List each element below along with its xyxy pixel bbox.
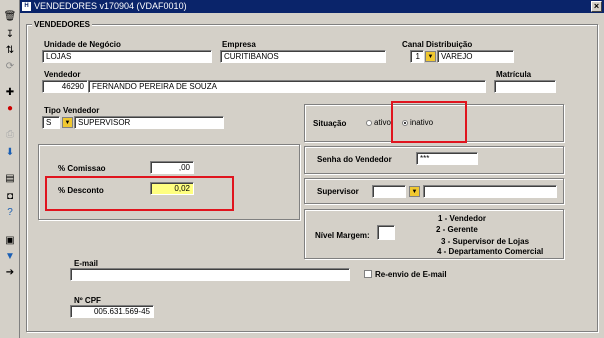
nivel-margem-field[interactable] xyxy=(377,225,395,240)
tipo-vendedor-label: Tipo Vendedor xyxy=(44,106,100,115)
canal-code-field[interactable]: 1 xyxy=(410,50,424,63)
close-button[interactable]: × xyxy=(591,1,602,12)
nivel-legend-4: 4 - Departamento Comercial xyxy=(437,247,544,256)
vendedor-label: Vendedor xyxy=(44,70,81,79)
tipo-vendedor-code-field[interactable]: S xyxy=(42,116,60,129)
doc-icon[interactable]: ▤ xyxy=(3,172,17,186)
empresa-label: Empresa xyxy=(222,40,256,49)
delete-icon[interactable]: ● xyxy=(3,102,17,116)
cpf-field[interactable]: 005.631.569-45 xyxy=(70,305,154,318)
highlight-box-desconto xyxy=(45,176,234,211)
ativo-label: ativo xyxy=(374,118,391,127)
supervisor-code-field[interactable] xyxy=(372,185,406,198)
situacao-label: Situação xyxy=(313,119,347,128)
reenvio-checkbox[interactable] xyxy=(364,270,372,278)
vendedor-code-field[interactable]: 46290 xyxy=(42,80,88,93)
sort-icon[interactable]: ⇅ xyxy=(3,44,17,58)
section-title: VENDEDORES xyxy=(32,20,93,29)
arrow-icon[interactable]: ↧ xyxy=(3,28,17,42)
ativo-radio[interactable] xyxy=(366,120,372,126)
title-bar: H VENDEDORES v170904 (VDAF0010) × xyxy=(20,0,604,13)
nivel-legend-2: 2 - Gerente xyxy=(436,225,478,234)
unidade-field[interactable]: LOJAS xyxy=(42,50,212,63)
unidade-label: Unidade de Negócio xyxy=(44,40,121,49)
help-icon[interactable]: ? xyxy=(3,206,17,220)
supervisor-label: Supervisor xyxy=(317,187,359,196)
supervisor-dropdown-icon[interactable]: ▼ xyxy=(409,186,420,197)
matricula-label: Matrícula xyxy=(496,70,532,79)
nivel-legend-1: 1 - Vendedor xyxy=(438,214,487,223)
exit-icon[interactable]: ➔ xyxy=(3,266,17,280)
tipo-vendedor-field[interactable]: SUPERVISOR xyxy=(74,116,224,129)
tipo-vendedor-dropdown-icon[interactable]: ▼ xyxy=(62,117,73,128)
print-icon[interactable]: ⎙ xyxy=(3,128,17,142)
comissao-label: % Comissao xyxy=(58,164,106,173)
add-icon[interactable]: ✚ xyxy=(3,86,17,100)
form-window: H VENDEDORES v170904 (VDAF0010) × VENDED… xyxy=(20,0,604,338)
nivel-margem-label: Nível Margem: xyxy=(315,231,370,240)
cpf-label: Nº CPF xyxy=(74,296,101,305)
email-field[interactable] xyxy=(70,268,350,281)
cancel-icon[interactable]: ▼ xyxy=(3,250,17,264)
supervisor-field[interactable] xyxy=(423,185,557,198)
email-label: E-mail xyxy=(74,259,99,268)
highlight-box-situacao xyxy=(391,101,467,143)
canal-label: Canal Distribuição xyxy=(402,40,473,49)
trash-icon[interactable]: 🗑 xyxy=(3,10,17,24)
vendedor-name-field[interactable]: FERNANDO PEREIRA DE SOUZA xyxy=(88,80,486,93)
empresa-field[interactable]: CURITIBANOS xyxy=(220,50,386,63)
senha-label: Senha do Vendedor xyxy=(317,155,392,164)
canal-field[interactable]: VAREJO xyxy=(437,50,514,63)
down-arrow-icon[interactable]: ⬇ xyxy=(3,146,17,160)
senha-field[interactable]: *** xyxy=(416,152,478,165)
matricula-field[interactable] xyxy=(494,80,556,93)
left-toolbar: 🗑 ↧ ⇅ ⟳ ✚ ● ⎙ ⬇ ▤ ◘ ? ▣ ▼ ➔ xyxy=(0,0,20,338)
camera-icon[interactable]: ◘ xyxy=(3,190,17,204)
save-icon[interactable]: ▣ xyxy=(3,234,17,248)
comissao-field[interactable]: ,00 xyxy=(150,161,194,174)
app-icon: H xyxy=(22,2,31,11)
canal-dropdown-icon[interactable]: ▼ xyxy=(425,51,436,62)
window-title: VENDEDORES v170904 (VDAF0010) xyxy=(34,1,187,11)
reenvio-label: Re-envio de E-mail xyxy=(375,270,447,279)
nivel-legend-3: 3 - Supervisor de Lojas xyxy=(441,237,530,246)
refresh-icon[interactable]: ⟳ xyxy=(3,60,17,74)
